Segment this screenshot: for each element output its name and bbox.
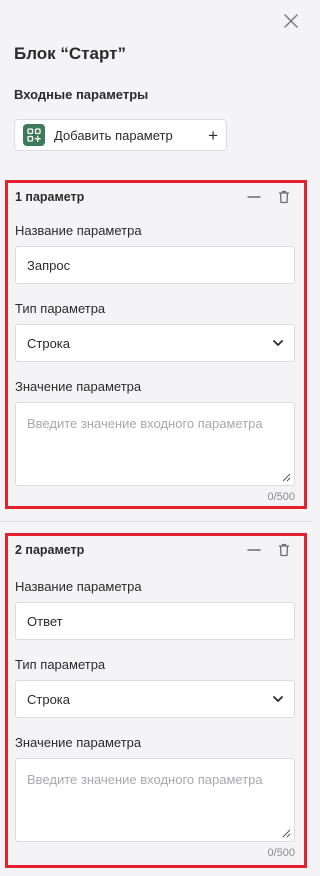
- type-value: Строка: [27, 335, 71, 351]
- type-value: Строка: [27, 691, 71, 707]
- plus-icon: +: [208, 125, 218, 145]
- minimize-icon: [247, 196, 261, 198]
- parameter-card-1: 1 параметр Название параметра Запрос Тип…: [5, 180, 307, 509]
- parameter-card-2: 2 параметр Название параметра Ответ Тип …: [5, 533, 307, 868]
- divider: [0, 521, 312, 522]
- add-parameter-label: Добавить параметр: [54, 127, 173, 143]
- parameter-title: 2 параметр: [15, 543, 85, 557]
- delete-parameter-button[interactable]: [273, 540, 295, 560]
- type-select[interactable]: Строка: [15, 324, 295, 362]
- parameter-title: 1 параметр: [15, 190, 85, 204]
- name-label: Название параметра: [15, 579, 142, 594]
- value-placeholder: Введите значение входного параметра: [27, 416, 263, 431]
- name-input[interactable]: Ответ: [15, 602, 295, 640]
- type-label: Тип параметра: [15, 657, 106, 672]
- name-value: Ответ: [27, 613, 63, 629]
- value-textarea[interactable]: Введите значение входного параметра: [15, 758, 295, 842]
- name-value: Запрос: [27, 257, 71, 273]
- type-select[interactable]: Строка: [15, 680, 295, 718]
- value-placeholder: Введите значение входного параметра: [27, 772, 263, 787]
- block-settings-panel: Блок “Старт” Входные параметры Добавить …: [0, 0, 312, 876]
- value-label: Значение параметра: [15, 735, 142, 750]
- value-label: Значение параметра: [15, 379, 142, 394]
- collapse-button[interactable]: [243, 187, 265, 207]
- trash-icon: [279, 190, 289, 204]
- panel-title: Блок “Старт”: [14, 44, 126, 63]
- type-label: Тип параметра: [15, 301, 106, 316]
- trash-icon: [279, 543, 289, 557]
- minimize-icon: [247, 549, 261, 551]
- add-parameter-button[interactable]: Добавить параметр +: [14, 119, 227, 151]
- character-counter: 0/500: [267, 847, 295, 859]
- collapse-button[interactable]: [243, 540, 265, 560]
- chevron-down-icon: [273, 695, 283, 702]
- character-counter: 0/500: [267, 491, 295, 503]
- parameter-header: 1 параметр: [15, 187, 295, 207]
- delete-parameter-button[interactable]: [273, 187, 295, 207]
- parameters-grid-icon: [23, 124, 45, 146]
- resize-handle-icon[interactable]: [281, 472, 291, 482]
- close-icon: [284, 14, 298, 28]
- resize-handle-icon[interactable]: [281, 828, 291, 838]
- name-label: Название параметра: [15, 223, 142, 238]
- chevron-down-icon: [273, 339, 283, 346]
- parameter-header: 2 параметр: [15, 540, 295, 560]
- close-button[interactable]: [280, 10, 302, 32]
- inputs-heading: Входные параметры: [14, 87, 149, 102]
- name-input[interactable]: Запрос: [15, 246, 295, 284]
- value-textarea[interactable]: Введите значение входного параметра: [15, 402, 295, 486]
